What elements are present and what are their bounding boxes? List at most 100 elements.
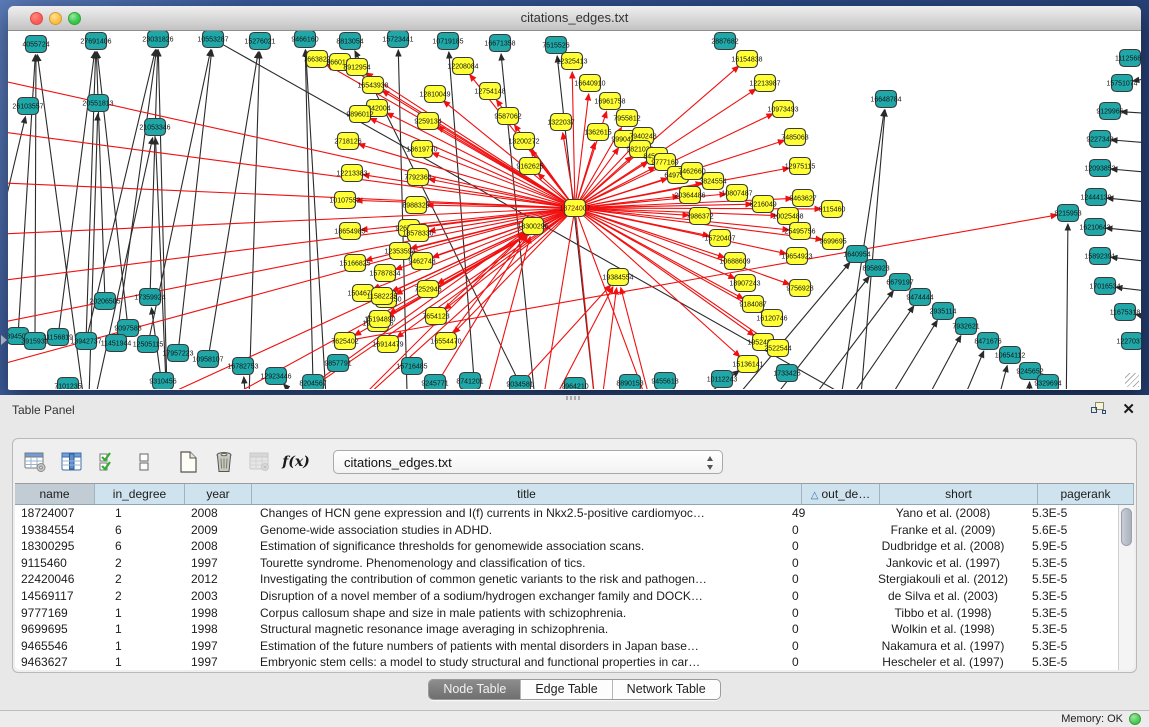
cell-in_degree[interactable]: 1	[95, 605, 185, 622]
graph-node[interactable]: 18654985	[334, 223, 365, 240]
graph-node[interactable]: 4055724	[22, 36, 49, 53]
graph-node[interactable]: 18619770	[406, 141, 437, 158]
cell-out_degree[interactable]: 0	[786, 638, 864, 655]
cell-pagerank[interactable]: 5.3E-5	[1022, 588, 1118, 605]
cell-name[interactable]: 9699695	[15, 621, 95, 638]
graph-node[interactable]: 15787834	[369, 265, 400, 282]
float-panel-icon[interactable]	[1091, 402, 1107, 416]
graph-node[interactable]: 12754148	[474, 83, 505, 100]
graph-node[interactable]: 11675318	[1110, 304, 1141, 321]
cell-year[interactable]: 2008	[185, 505, 252, 522]
table-row[interactable]: 1830029562008Estimation of significance …	[15, 538, 1118, 555]
graph-node[interactable]: 16671358	[484, 35, 515, 52]
cell-title[interactable]: Estimation of the future numbers of pati…	[252, 638, 786, 655]
cell-title[interactable]: Tourette syndrome. Phenomenology and cla…	[252, 555, 786, 572]
table-row[interactable]: 977716911998Corpus callosum shape and si…	[15, 605, 1118, 622]
graph-node[interactable]: 2522544	[764, 340, 791, 357]
graph-node[interactable]: 10973493	[767, 101, 798, 118]
graph-node[interactable]: 9699695	[819, 233, 846, 250]
column-header-in-degree[interactable]: in_degree	[95, 484, 185, 504]
graph-node[interactable]: 21053346	[139, 119, 170, 136]
graph-node[interactable]: 9129966	[1096, 103, 1123, 120]
cell-name[interactable]: 22420046	[15, 571, 95, 588]
cell-pagerank[interactable]: 5.9E-5	[1022, 538, 1118, 555]
network-window-titlebar[interactable]: citations_edges.txt	[8, 6, 1141, 31]
cell-year[interactable]: 2012	[185, 571, 252, 588]
table-row[interactable]: 1456911722003Disruption of a novel membe…	[15, 588, 1118, 605]
graph-node[interactable]: 2718126	[334, 133, 361, 150]
graph-node[interactable]: 8215953	[1054, 205, 1081, 222]
column-header-out-degree[interactable]: △out_de…	[802, 484, 880, 504]
delete-table-button[interactable]	[211, 449, 237, 475]
graph-node[interactable]: 7515526	[542, 37, 569, 54]
cell-out_degree[interactable]: 0	[786, 654, 864, 670]
graph-node[interactable]: 6216049	[749, 196, 776, 213]
citation-graph[interactable]: 1872400740557242769140623031826105532871…	[8, 31, 1141, 389]
cell-title[interactable]: Investigating the contribution of common…	[252, 571, 786, 588]
graph-node[interactable]: 9756928	[786, 280, 813, 297]
graph-node[interactable]: 9227343	[1086, 131, 1113, 148]
cell-in_degree[interactable]: 2	[95, 571, 185, 588]
cell-title[interactable]: Changes of HCN gene expression and I(f) …	[252, 505, 786, 522]
cell-year[interactable]: 1997	[185, 654, 252, 670]
graph-node[interactable]: 15751074	[1106, 75, 1137, 92]
graph-node[interactable]: 16782753	[227, 358, 258, 375]
cell-pagerank[interactable]: 5.3E-5	[1022, 654, 1118, 670]
table-selector-dropdown[interactable]: citations_edges.txt	[333, 450, 723, 474]
graph-node[interactable]: 13200272	[508, 133, 539, 150]
graph-node[interactable]: 8988323	[402, 197, 429, 214]
graph-node[interactable]: 9896012	[346, 106, 373, 123]
graph-node[interactable]: 9245771	[421, 375, 448, 390]
graph-node[interactable]: 7101235	[54, 378, 81, 390]
cell-name[interactable]: 9463627	[15, 654, 95, 670]
cell-year[interactable]: 2008	[185, 538, 252, 555]
graph-node[interactable]: 9455618	[651, 373, 678, 390]
cell-year[interactable]: 2009	[185, 522, 252, 539]
cell-title[interactable]: Disruption of a novel member of a sodium…	[252, 588, 786, 605]
cell-short[interactable]: Tibbo et al. (1998)	[864, 605, 1022, 622]
cell-name[interactable]: 18300295	[15, 538, 95, 555]
graph-node[interactable]: 16640910	[574, 75, 605, 92]
graph-node[interactable]: 18907243	[729, 275, 760, 292]
graph-node[interactable]: 16648784	[870, 91, 901, 108]
graph-node[interactable]: 7462660	[678, 163, 705, 180]
table-row[interactable]: 1938455462009Genome-wide association stu…	[15, 522, 1118, 539]
function-builder-button[interactable]: f(x)	[283, 449, 309, 475]
graph-node[interactable]: 11156819	[43, 329, 73, 346]
graph-node[interactable]: 12093852	[1084, 160, 1115, 177]
resize-grip-icon[interactable]	[1125, 373, 1139, 387]
tab-edge-table[interactable]: Edge Table	[521, 680, 612, 699]
graph-node[interactable]: 9034581	[506, 376, 533, 390]
graph-node[interactable]: 8958923	[862, 260, 889, 277]
cell-pagerank[interactable]: 5.5E-5	[1022, 571, 1118, 588]
cell-in_degree[interactable]: 6	[95, 538, 185, 555]
graph-node[interactable]: 23031826	[142, 31, 173, 48]
graph-node[interactable]: 19654923	[781, 248, 812, 265]
graph-node[interactable]: 16154838	[731, 51, 762, 68]
graph-node[interactable]: 6679197	[886, 274, 913, 291]
graph-node[interactable]: 9184087	[739, 296, 766, 313]
graph-node[interactable]: 8741201	[456, 373, 483, 390]
graph-node[interactable]: 7792363	[404, 169, 431, 186]
graph-node[interactable]: 15720407	[704, 230, 735, 247]
cell-title[interactable]: Structural magnetic resonance image aver…	[252, 621, 786, 638]
network-canvas[interactable]: 1872400740557242769140623031826105532871…	[8, 31, 1141, 389]
graph-node[interactable]: 7654123	[422, 308, 449, 325]
graph-node[interactable]: 16554470	[430, 333, 461, 350]
graph-node[interactable]: 12505115	[133, 336, 164, 353]
select-column-button[interactable]	[59, 449, 85, 475]
graph-node[interactable]: 12213987	[749, 75, 780, 92]
cell-in_degree[interactable]: 2	[95, 555, 185, 572]
cell-in_degree[interactable]: 2	[95, 588, 185, 605]
cell-title[interactable]: Estimation of significance thresholds fo…	[252, 538, 786, 555]
graph-node[interactable]: 12325413	[556, 53, 587, 70]
cell-name[interactable]: 9777169	[15, 605, 95, 622]
graph-node[interactable]: 9162625	[516, 158, 543, 175]
graph-node[interactable]: 8813054	[336, 33, 363, 50]
memory-ok-indicator[interactable]	[1129, 713, 1141, 725]
cell-out_degree[interactable]: 0	[786, 555, 864, 572]
table-options-button[interactable]	[23, 449, 49, 475]
graph-node[interactable]: 11125683	[1115, 50, 1141, 67]
graph-node[interactable]: 2887682	[711, 33, 738, 50]
panel-collapse-arrow-icon[interactable]	[1, 335, 7, 345]
